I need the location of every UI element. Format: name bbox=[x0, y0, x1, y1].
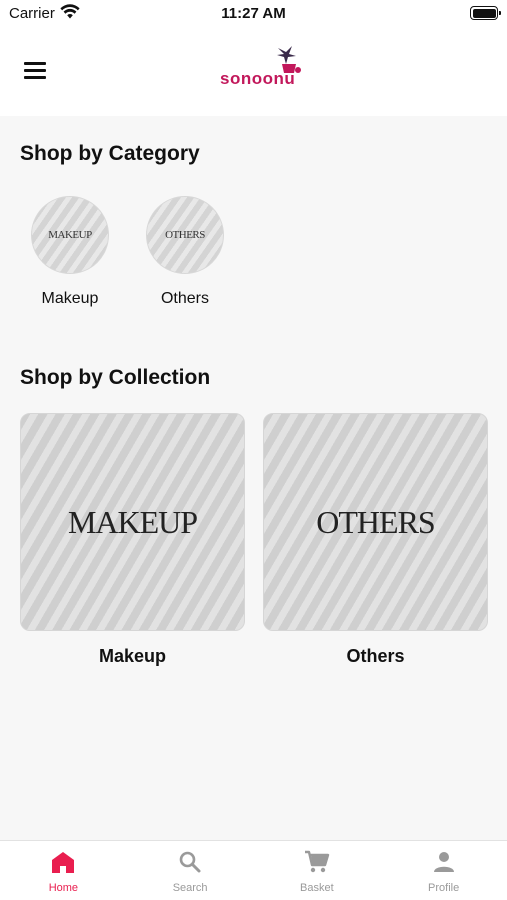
category-image-text: OTHERS bbox=[165, 229, 205, 241]
category-label: Makeup bbox=[41, 290, 99, 307]
status-bar: Carrier 11:27 AM bbox=[0, 0, 507, 30]
collection-image-text: OTHERS bbox=[316, 503, 435, 540]
collection-image: OTHERS bbox=[263, 413, 488, 631]
app-header: sonoonu bbox=[0, 30, 507, 116]
collection-image: MAKEUP bbox=[20, 413, 245, 631]
tab-bar: Home Search Basket Profile bbox=[0, 840, 507, 900]
collection-label: Others bbox=[346, 646, 405, 666]
category-item-others[interactable]: OTHERS Others bbox=[130, 196, 240, 308]
collection-card-others[interactable]: OTHERS Others bbox=[263, 413, 488, 667]
brand-logo[interactable]: sonoonu bbox=[216, 42, 308, 90]
category-image-text: MAKEUP bbox=[48, 229, 92, 241]
tab-label: Home bbox=[48, 882, 79, 894]
category-image: MAKEUP bbox=[31, 196, 109, 274]
category-item-makeup[interactable]: MAKEUP Makeup bbox=[15, 196, 125, 308]
category-label: Others bbox=[160, 290, 209, 307]
tab-label: Basket bbox=[300, 882, 334, 894]
collection-label: Makeup bbox=[98, 646, 167, 666]
category-section-title: Shop by Category bbox=[20, 142, 200, 165]
cart-icon bbox=[304, 850, 330, 873]
tab-label: Search bbox=[172, 882, 208, 894]
collection-image-text: MAKEUP bbox=[67, 503, 198, 540]
search-icon bbox=[179, 851, 201, 873]
collection-card-makeup[interactable]: MAKEUP Makeup bbox=[20, 413, 245, 667]
person-icon bbox=[433, 852, 454, 872]
tab-label: Profile bbox=[428, 882, 460, 894]
battery-icon bbox=[470, 6, 501, 20]
category-image: OTHERS bbox=[146, 196, 224, 274]
tab-home[interactable]: Home bbox=[0, 841, 127, 900]
tab-profile[interactable]: Profile bbox=[380, 841, 507, 900]
tab-basket[interactable]: Basket bbox=[254, 841, 381, 900]
collection-section-title: Shop by Collection bbox=[20, 366, 211, 389]
status-time: 11:27 AM bbox=[221, 5, 286, 22]
brand-name: sonoonu bbox=[220, 69, 296, 88]
tab-search[interactable]: Search bbox=[127, 841, 254, 900]
home-icon bbox=[52, 852, 75, 873]
menu-icon[interactable] bbox=[24, 62, 46, 80]
